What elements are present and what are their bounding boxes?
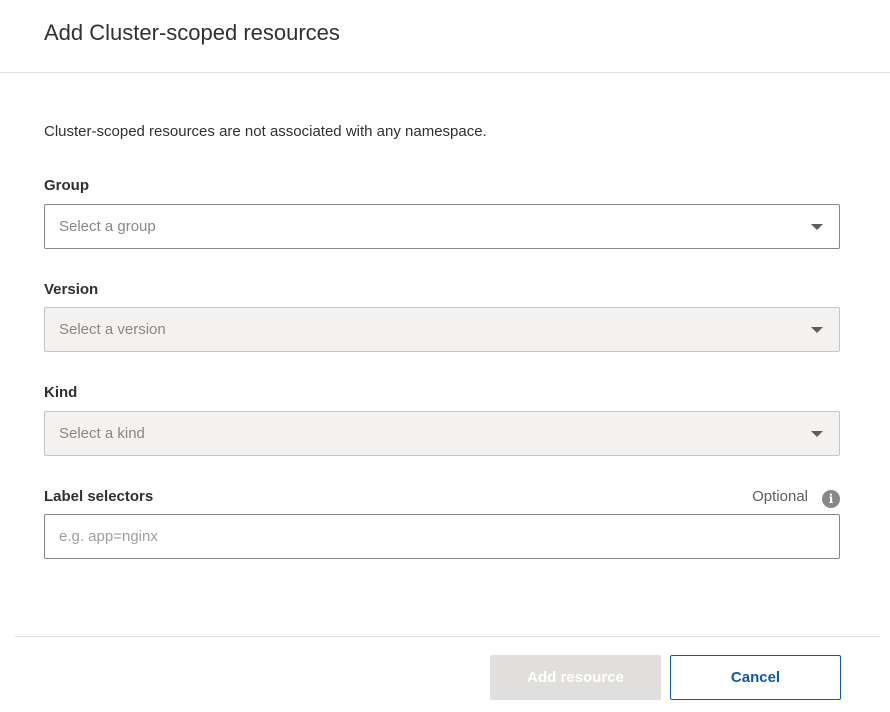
label-selectors-label: Label selectors [44, 488, 154, 505]
version-label: Version [44, 281, 99, 298]
kind-label: Kind [44, 384, 78, 401]
header-divider [0, 72, 890, 73]
dialog-title: Add Cluster-scoped resources [44, 20, 340, 45]
label-selectors-input[interactable] [44, 514, 840, 559]
kind-dropdown-placeholder: Select a kind [59, 425, 145, 442]
optional-text: Optional [752, 488, 808, 505]
add-resource-button[interactable]: Add resource [490, 655, 661, 700]
group-dropdown-placeholder: Select a group [59, 218, 156, 235]
dialog-description: Cluster-scoped resources are not associa… [44, 123, 487, 140]
chevron-down-icon [811, 224, 823, 230]
chevron-down-icon [811, 431, 823, 437]
version-dropdown[interactable]: Select a version [44, 307, 840, 352]
footer-divider [15, 636, 880, 637]
chevron-down-icon [811, 327, 823, 333]
info-icon[interactable]: i [822, 490, 840, 508]
version-dropdown-placeholder: Select a version [59, 321, 166, 338]
kind-dropdown[interactable]: Select a kind [44, 411, 840, 456]
group-label: Group [44, 177, 89, 194]
group-dropdown[interactable]: Select a group [44, 204, 840, 249]
cancel-button[interactable]: Cancel [670, 655, 841, 700]
